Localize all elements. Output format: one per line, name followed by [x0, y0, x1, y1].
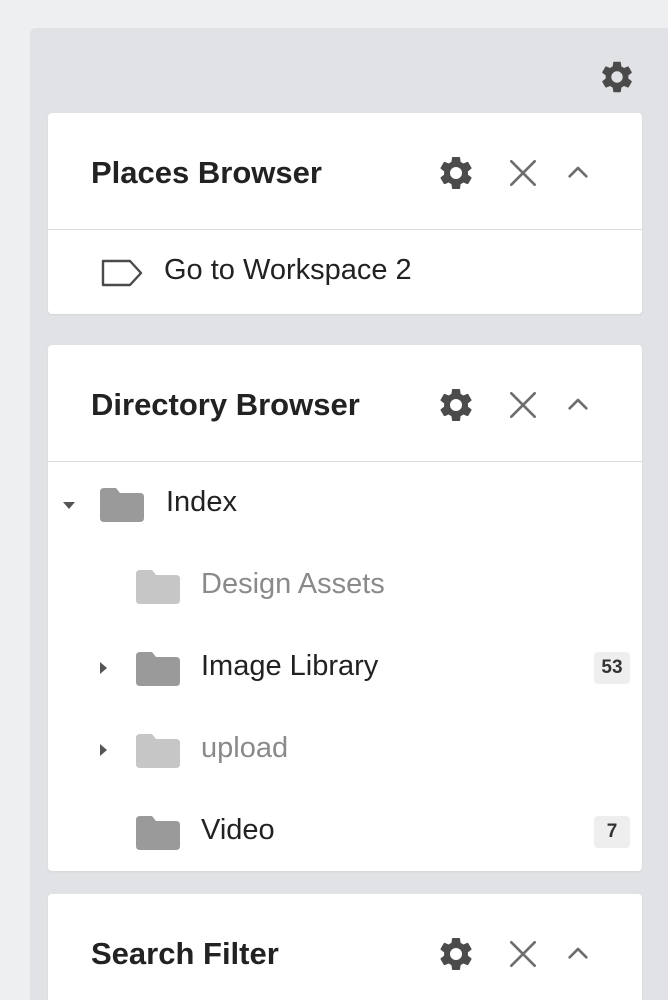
tree-item-upload[interactable]: upload [48, 708, 642, 790]
places-browser-header: Places Browser [48, 113, 642, 230]
panel-title: Directory Browser [91, 387, 360, 422]
panel-title: Search Filter [91, 936, 279, 971]
caret-right-icon[interactable] [96, 743, 110, 757]
tree-item-label: Video [201, 814, 275, 846]
directory-browser-panel: Directory Browser Index Design Assets Im… [48, 345, 642, 871]
folder-icon [136, 816, 180, 850]
panel-collapse-chevron-up-icon[interactable] [558, 934, 598, 974]
search-filter-header: Search Filter [48, 894, 642, 1000]
tag-icon [100, 258, 144, 288]
panel-close-icon[interactable] [503, 385, 543, 425]
tree-item-video[interactable]: Video 7 [48, 790, 642, 871]
folder-icon [136, 570, 180, 604]
tree-item-label: Design Assets [201, 568, 385, 600]
tree-item-label: Image Library [201, 650, 379, 682]
search-filter-panel: Search Filter [48, 894, 642, 1000]
directory-tree: Index Design Assets Image Library 53 upl… [48, 462, 642, 871]
panel-collapse-chevron-up-icon[interactable] [558, 153, 598, 193]
directory-browser-header: Directory Browser [48, 345, 642, 462]
sidebar: Places Browser Go to Workspace 2 Directo… [30, 28, 668, 1000]
tree-item-label: upload [201, 732, 289, 764]
panel-close-icon[interactable] [503, 934, 543, 974]
count-badge: 53 [594, 652, 630, 684]
tree-item-image-library[interactable]: Image Library 53 [48, 626, 642, 708]
folder-icon [136, 734, 180, 768]
tree-item-label: Index [166, 486, 237, 518]
tree-item-design-assets[interactable]: Design Assets [48, 544, 642, 626]
count-badge: 7 [594, 816, 630, 848]
caret-down-icon[interactable] [62, 498, 76, 512]
folder-icon [100, 488, 144, 522]
panel-settings-gear-icon[interactable] [436, 934, 476, 974]
places-item-go-to-workspace[interactable]: Go to Workspace 2 [48, 230, 642, 314]
panel-close-icon[interactable] [503, 153, 543, 193]
places-browser-panel: Places Browser Go to Workspace 2 [48, 113, 642, 314]
panel-title: Places Browser [91, 155, 322, 190]
caret-right-icon[interactable] [96, 661, 110, 675]
sidebar-settings-gear-icon[interactable] [598, 58, 636, 96]
tree-item-index[interactable]: Index [48, 462, 642, 544]
panel-collapse-chevron-up-icon[interactable] [558, 385, 598, 425]
folder-icon [136, 652, 180, 686]
panel-settings-gear-icon[interactable] [436, 153, 476, 193]
panel-settings-gear-icon[interactable] [436, 385, 476, 425]
places-item-label: Go to Workspace 2 [164, 254, 412, 286]
